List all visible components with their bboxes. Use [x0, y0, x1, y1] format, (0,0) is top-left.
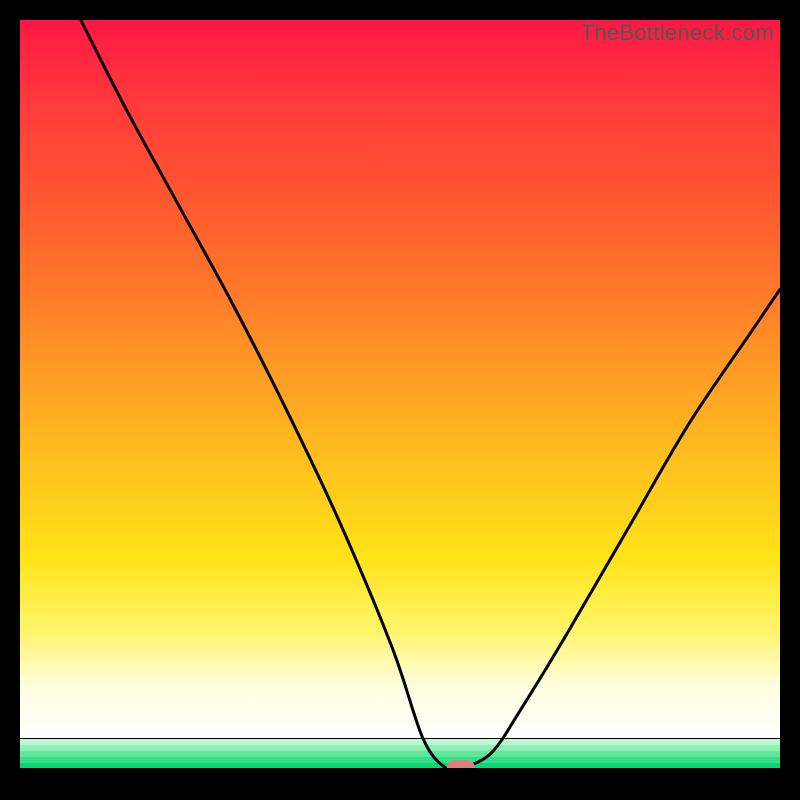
gradient-background: [20, 20, 780, 738]
watermark-text: TheBottleneck.com: [581, 20, 774, 46]
chart-frame: TheBottleneck.com: [20, 20, 780, 780]
chart-footer-strip: [20, 768, 780, 780]
